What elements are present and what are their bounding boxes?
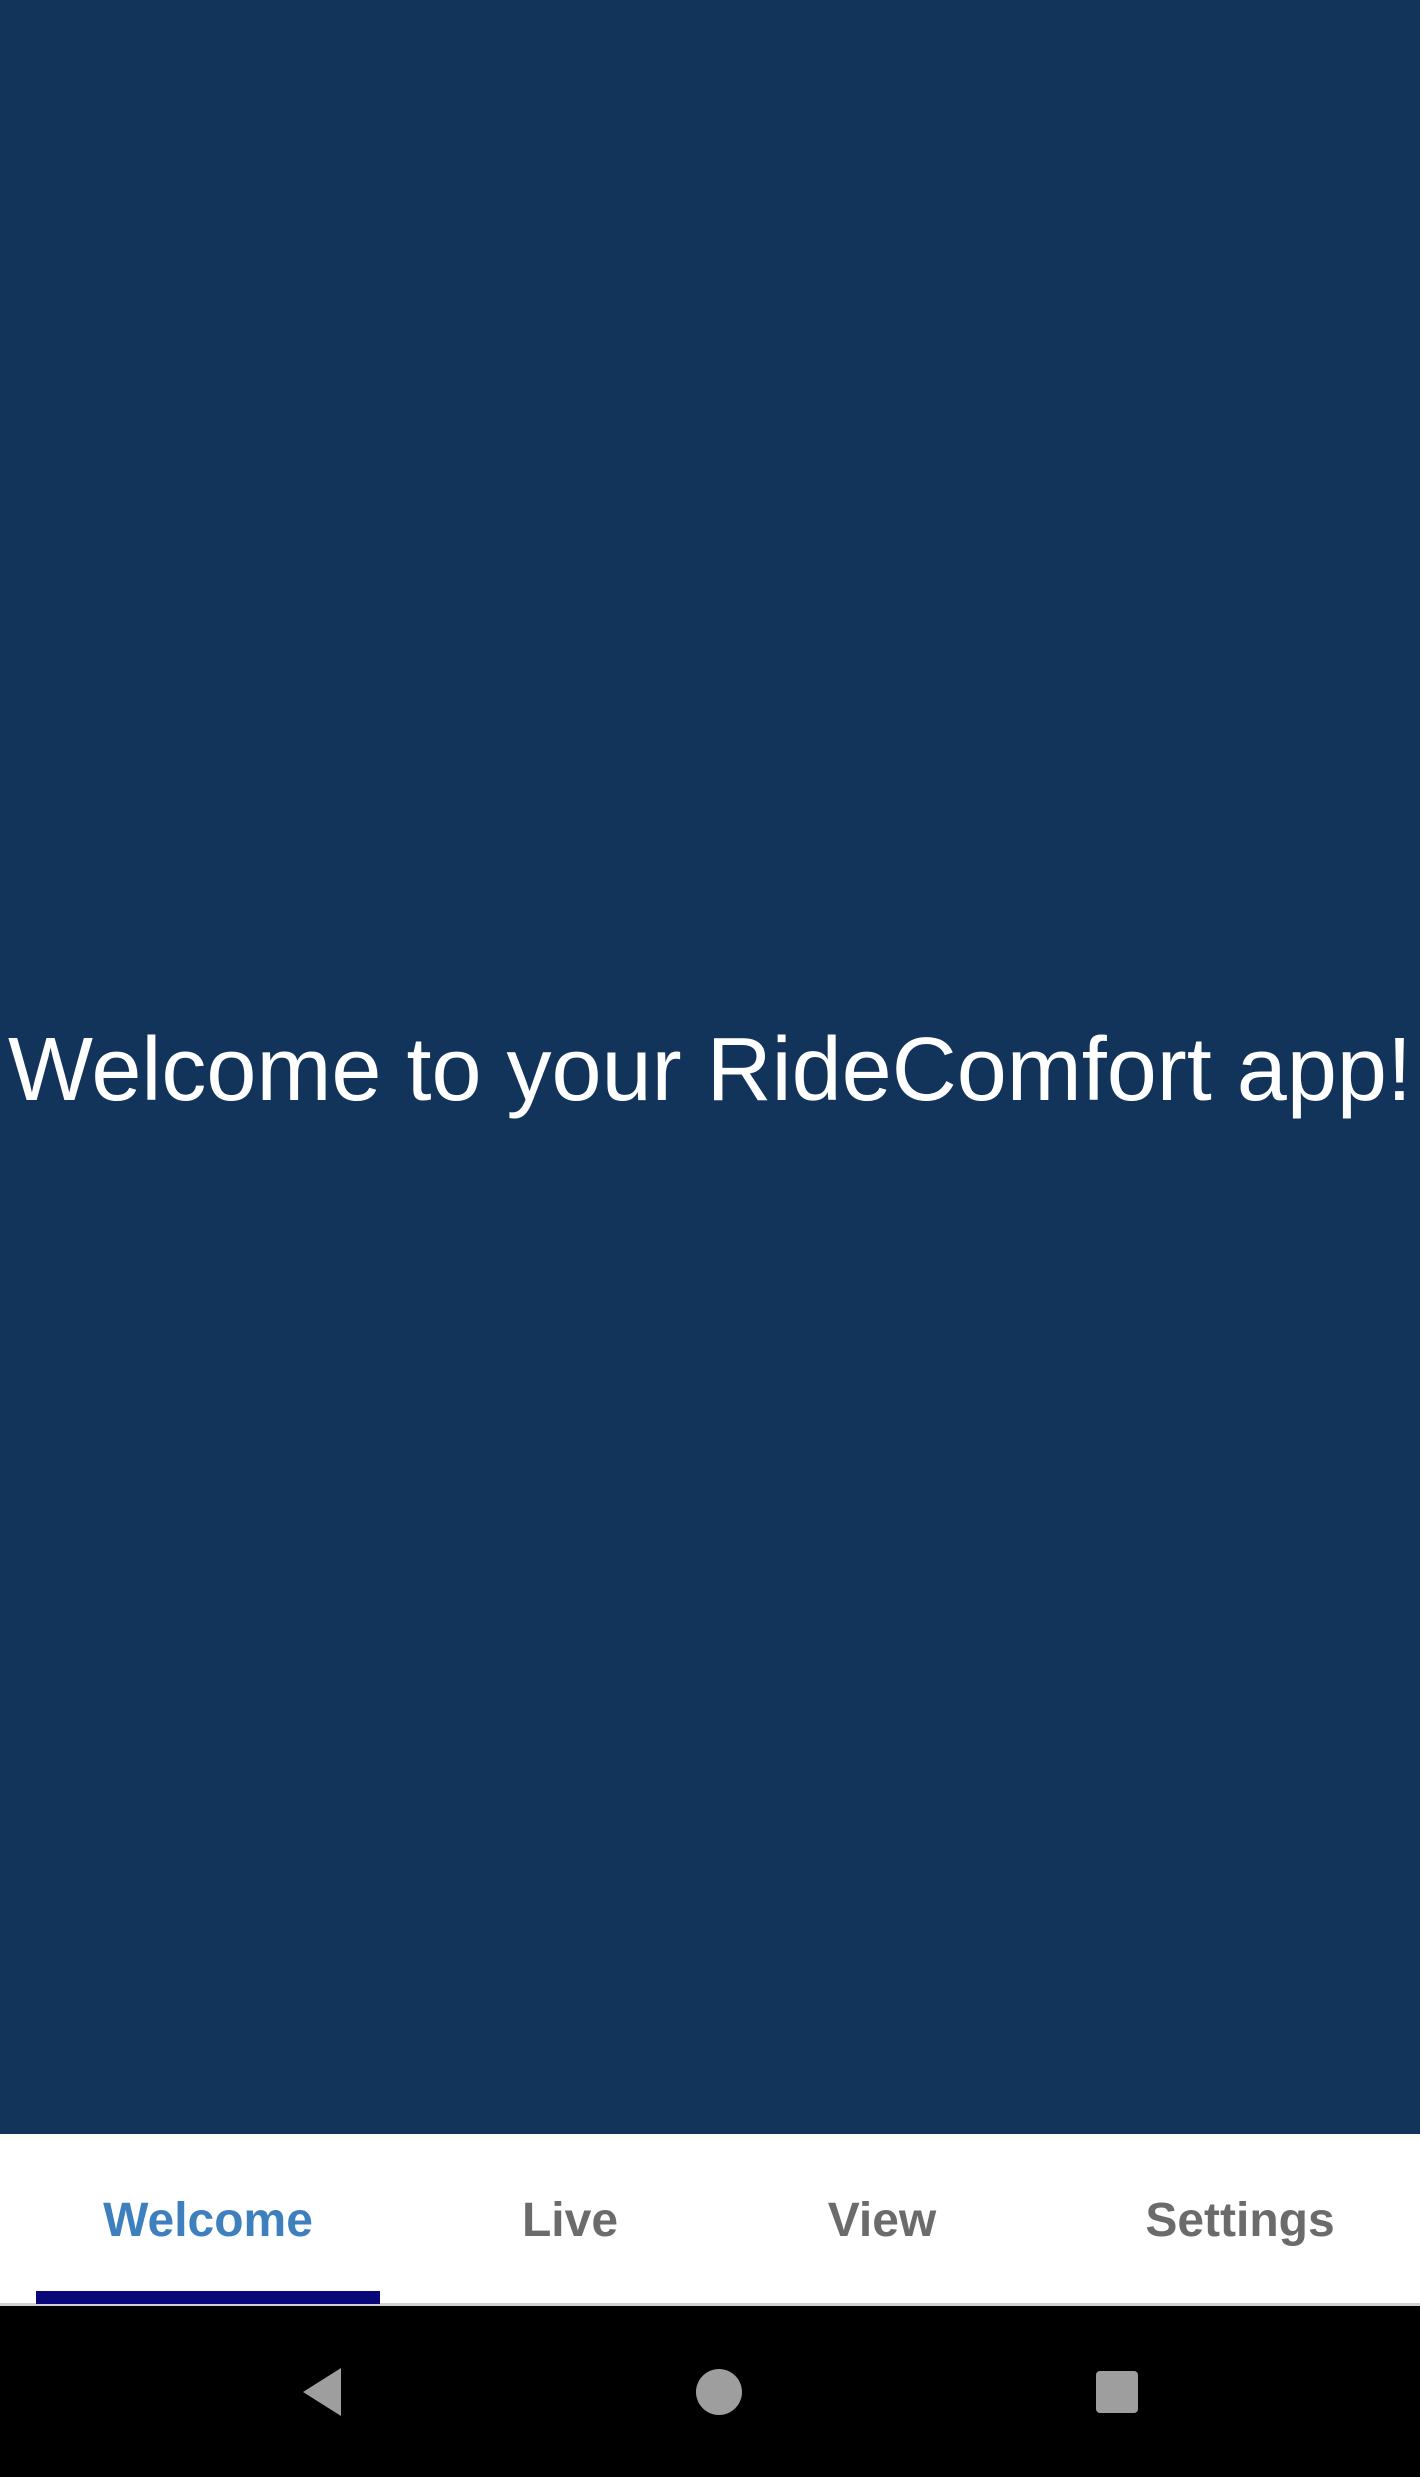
- app-screen: Welcome to your RideComfort app! Welcome…: [0, 0, 1420, 2477]
- welcome-message: Welcome to your RideComfort app!: [8, 1020, 1412, 1120]
- home-button[interactable]: [659, 2306, 779, 2477]
- recents-icon: [1096, 2370, 1138, 2413]
- welcome-content: Welcome to your RideComfort app!: [0, 0, 1420, 2134]
- home-icon: [696, 2368, 742, 2415]
- tab-live[interactable]: Live: [440, 2134, 700, 2306]
- recents-button[interactable]: [1057, 2306, 1177, 2477]
- tab-settings[interactable]: Settings: [1090, 2134, 1390, 2306]
- back-icon: [303, 2367, 341, 2416]
- tab-bar: Welcome Live View Settings: [0, 2134, 1420, 2306]
- back-button[interactable]: [262, 2306, 382, 2477]
- tab-view[interactable]: View: [752, 2134, 1012, 2306]
- tab-welcome[interactable]: Welcome: [36, 2134, 380, 2306]
- system-navigation-bar: [0, 2306, 1420, 2477]
- tab-selected-indicator: [36, 2291, 380, 2304]
